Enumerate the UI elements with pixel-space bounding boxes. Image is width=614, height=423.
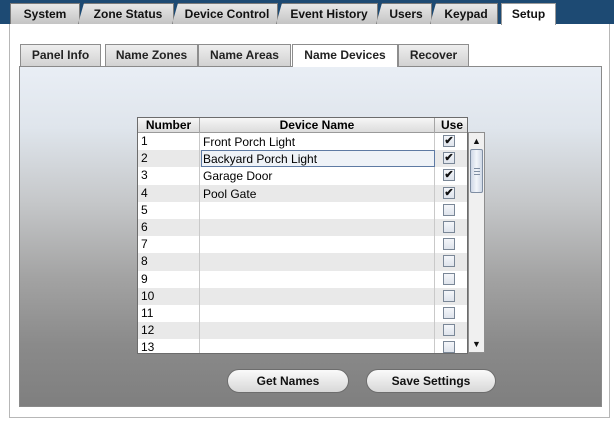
device-number-cell: 4 [141, 185, 148, 200]
use-checkbox[interactable] [443, 341, 455, 353]
table-row[interactable]: 11 [138, 304, 467, 323]
device-number-cell: 3 [141, 168, 148, 183]
tab-zone-status[interactable]: Zone Status [78, 3, 174, 24]
tab-keypad[interactable]: Keypad [430, 3, 498, 24]
tab-system[interactable]: System [10, 3, 80, 24]
use-checkbox[interactable]: ✔ [443, 135, 455, 147]
table-row[interactable]: 3 Garage Door ✔ [138, 167, 467, 185]
table-row[interactable]: 5 [138, 201, 467, 219]
column-header-use[interactable]: Use [435, 118, 467, 133]
use-checkbox[interactable] [443, 272, 455, 285]
scroll-down-arrow-icon[interactable]: ▼ [469, 337, 484, 351]
checkmark-icon: ✔ [444, 135, 454, 147]
tab-setup[interactable]: Setup [501, 3, 556, 25]
use-checkbox[interactable]: ✔ [443, 152, 455, 165]
table-row[interactable]: 7 [138, 236, 467, 254]
get-names-button[interactable]: Get Names [227, 369, 349, 393]
subtab-name-areas[interactable]: Name Areas [198, 44, 291, 66]
use-checkbox[interactable] [443, 203, 455, 216]
table-row[interactable]: 13 [138, 339, 467, 354]
device-name-cell[interactable] [201, 288, 435, 305]
device-number-cell: 12 [141, 323, 155, 338]
column-header-number[interactable]: Number [138, 118, 200, 133]
device-table: Number Device Name Use 1 Front Porch Ligh… [137, 117, 468, 354]
device-number-cell: 9 [141, 271, 148, 286]
table-row[interactable]: 10 [138, 287, 467, 305]
device-name-cell[interactable]: Pool Gate [201, 185, 435, 202]
table-header: Number Device Name Use [138, 118, 467, 133]
use-checkbox[interactable] [443, 306, 455, 319]
use-checkbox[interactable]: ✔ [443, 169, 455, 182]
table-body: 1 Front Porch Light ✔ 2 Backyard Porch Light… [138, 133, 467, 354]
device-number-cell: 2 [141, 151, 148, 166]
column-header-device-name[interactable]: Device Name [200, 118, 435, 133]
checkmark-icon: ✔ [444, 169, 454, 182]
scroll-up-arrow-icon[interactable]: ▲ [469, 134, 484, 148]
device-name-cell[interactable] [201, 219, 435, 236]
device-name-cell[interactable]: Garage Door [201, 167, 435, 184]
use-checkbox[interactable]: ✔ [443, 186, 455, 199]
device-number-cell: 5 [141, 202, 148, 217]
tab-users[interactable]: Users [376, 3, 432, 24]
checkmark-icon: ✔ [444, 152, 454, 165]
device-number-cell: 6 [141, 219, 148, 234]
device-number-cell: 11 [141, 305, 154, 320]
device-name-cell[interactable]: Front Porch Light [201, 133, 435, 150]
tab-device-control[interactable]: Device Control [172, 3, 278, 24]
table-scrollbar[interactable]: ▲ ▼ [468, 132, 485, 353]
device-number-cell: 13 [141, 340, 155, 354]
table-row[interactable]: 4 Pool Gate ✔ [138, 184, 467, 202]
grip-line [474, 174, 480, 175]
subtab-recover[interactable]: Recover [398, 44, 469, 66]
device-number-cell: 10 [141, 288, 155, 303]
use-checkbox[interactable] [443, 238, 455, 251]
use-checkbox[interactable] [443, 255, 455, 268]
save-settings-button[interactable]: Save Settings [366, 369, 496, 393]
device-name-cell[interactable] [201, 271, 435, 288]
device-name-cell[interactable] [201, 322, 435, 339]
device-name-cell[interactable] [201, 305, 435, 322]
device-name-cell[interactable] [201, 253, 435, 270]
use-checkbox[interactable] [443, 289, 455, 302]
subtab-panel-info[interactable]: Panel Info [20, 44, 101, 66]
table-row[interactable]: 12 [138, 322, 467, 340]
device-name-cell[interactable] [201, 202, 435, 219]
device-number-cell: 8 [141, 254, 148, 269]
grip-line [474, 171, 480, 172]
device-name-cell[interactable]: Backyard Porch Light [201, 150, 435, 168]
table-row[interactable]: 6 [138, 218, 467, 237]
table-row[interactable]: 1 Front Porch Light ✔ [138, 133, 467, 151]
grip-line [474, 168, 480, 169]
device-number-cell: 7 [141, 237, 148, 252]
scroll-thumb[interactable] [470, 149, 483, 193]
device-number-cell: 1 [141, 134, 148, 148]
device-name-cell[interactable] [201, 236, 435, 253]
device-name-cell[interactable] [201, 339, 435, 353]
use-checkbox[interactable] [443, 324, 455, 337]
checkmark-icon: ✔ [444, 186, 454, 199]
table-row[interactable]: 9 [138, 270, 467, 288]
tab-event-history[interactable]: Event History [276, 3, 378, 24]
subtab-name-devices[interactable]: Name Devices [292, 44, 398, 67]
table-row[interactable]: 2 Backyard Porch Light ✔ [138, 150, 467, 168]
subtab-name-zones[interactable]: Name Zones [105, 44, 198, 66]
table-row[interactable]: 8 [138, 253, 467, 271]
use-checkbox[interactable] [443, 220, 455, 233]
